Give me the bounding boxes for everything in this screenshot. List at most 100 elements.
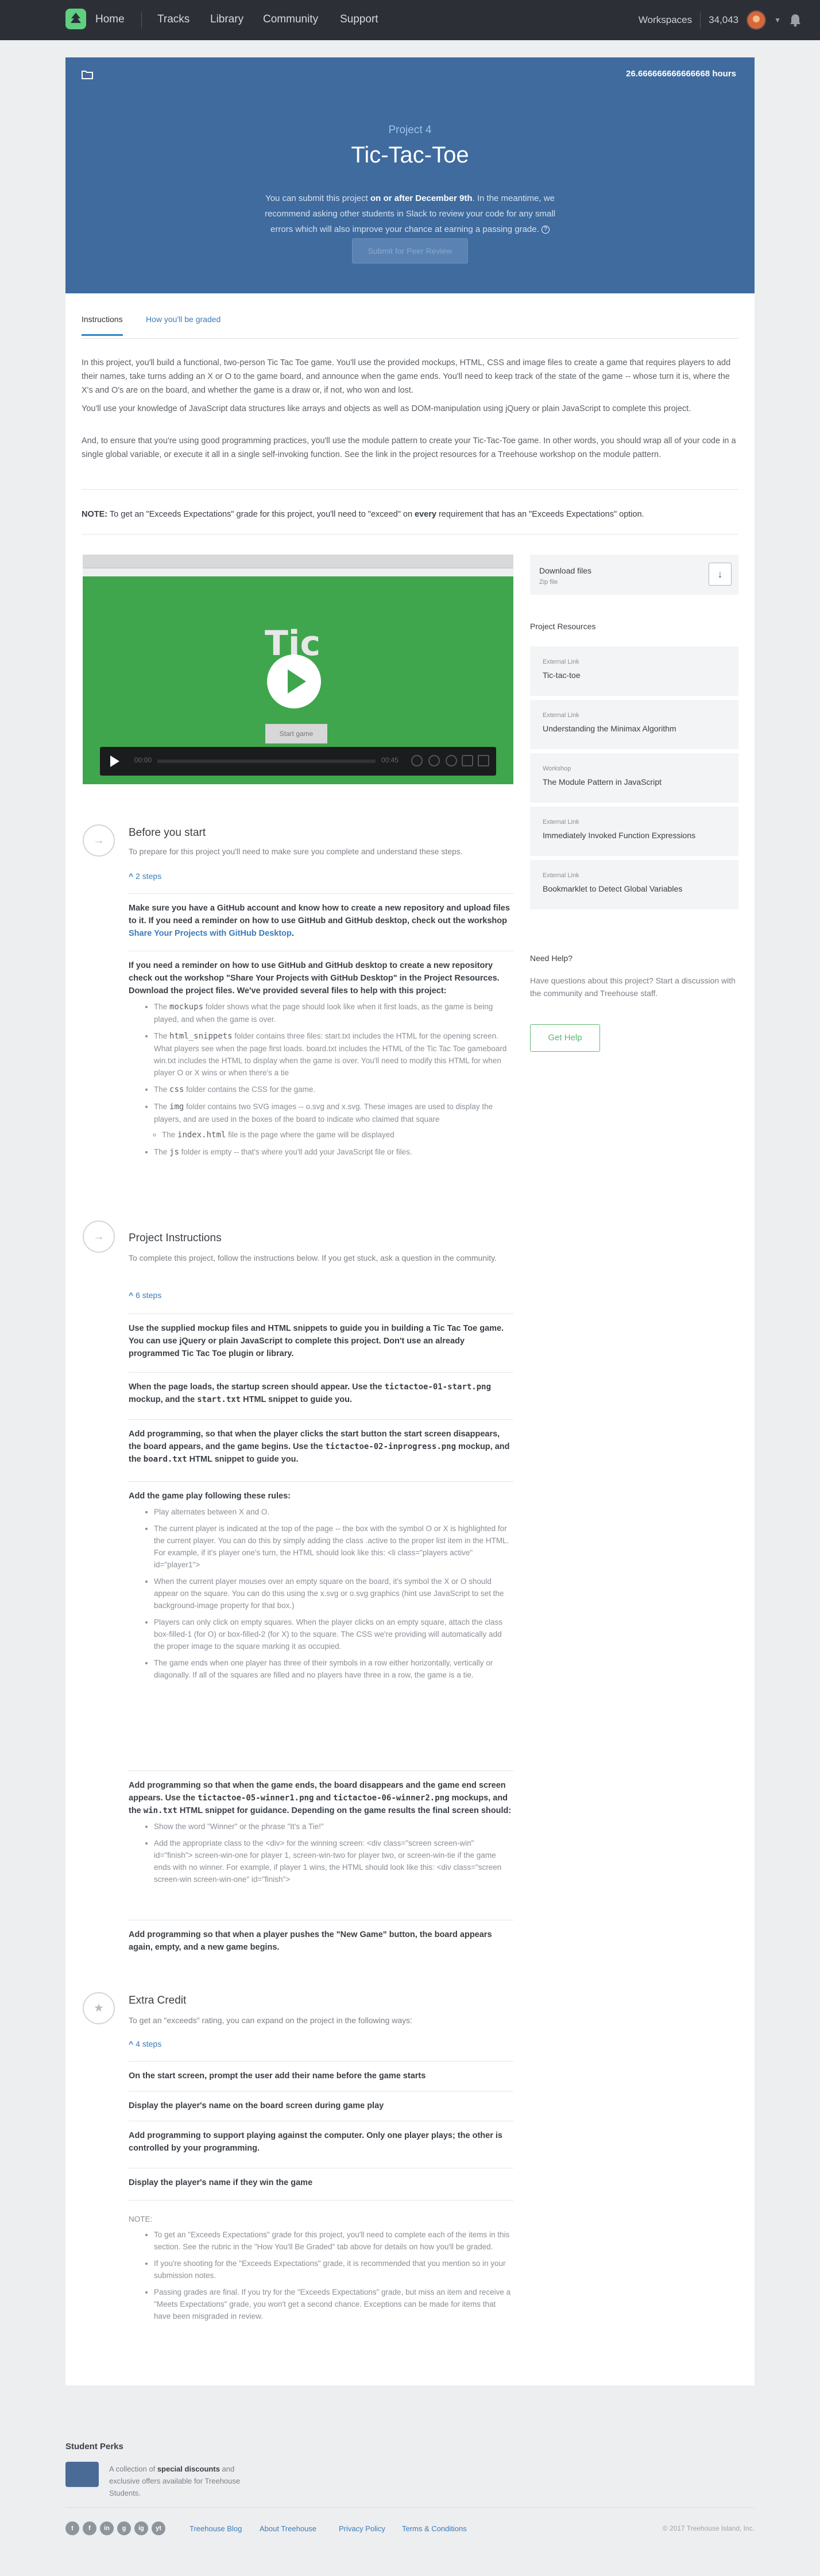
project-video-player[interactable]: Tic Start game 00:00 00:45 <box>83 555 513 784</box>
arrow-right-icon: → <box>83 1221 115 1253</box>
steps-toggle[interactable]: 6 steps <box>129 1291 161 1300</box>
step-text: Use the supplied mockup files and HTML s… <box>129 1324 504 1358</box>
section-heading: Project Instructions <box>129 1232 222 1244</box>
youtube-icon[interactable]: yt <box>152 2521 165 2535</box>
list-item: The current player is indicated at the t… <box>154 1523 513 1571</box>
file-name: tictactoe-05-winner1.png <box>198 1793 314 1803</box>
file-name: tictactoe-02-inprogress.png <box>325 1442 457 1451</box>
chevron-down-icon[interactable]: ▼ <box>774 16 781 24</box>
resource-title: Bookmarklet to Detect Global Variables <box>543 884 683 893</box>
submit-for-review-button[interactable]: Submit for Peer Review <box>352 238 468 264</box>
resource-item[interactable]: External Link Immediately Invoked Functio… <box>530 807 738 856</box>
grade-note: NOTE: To get an "Exceeds Expectations" g… <box>82 508 738 521</box>
nav-home-link[interactable]: Home <box>95 13 125 26</box>
end-rules-list: Show the word "Winner" or the phrase "It… <box>129 1820 513 1885</box>
resource-item[interactable]: External Link Bookmarklet to Detect Globa… <box>530 860 738 909</box>
project-hero: 26.666666666666668 hours Project 4 Tic-T… <box>65 57 755 293</box>
nav-divider <box>141 11 142 29</box>
steps-toggle[interactable]: 4 steps <box>129 2039 161 2048</box>
settings-icon[interactable] <box>446 755 457 766</box>
footer-link-about[interactable]: About Treehouse <box>260 2524 316 2533</box>
tab-instructions[interactable]: Instructions <box>82 315 123 336</box>
files-sublist: The index.html file is the page where th… <box>154 1129 513 1141</box>
note-label: NOTE: <box>82 510 108 519</box>
footer-link-blog[interactable]: Treehouse Blog <box>189 2524 242 2533</box>
nav-support-link[interactable]: Support <box>340 13 378 26</box>
step-text-part: and <box>314 1793 334 1803</box>
tab-how-graded[interactable]: How you'll be graded <box>146 315 221 324</box>
nav-right-group: Workspaces 34,043 ▼ <box>639 0 802 40</box>
play-icon[interactable] <box>267 654 321 708</box>
step-text: Display the player's name if they win th… <box>129 2178 313 2187</box>
section-heading: Extra Credit <box>129 1994 187 2006</box>
step-item: Display the player's name on the board s… <box>129 2091 513 2112</box>
twitter-icon[interactable]: t <box>65 2521 79 2535</box>
resource-kind: External Link <box>543 872 579 879</box>
li-text: The <box>162 1130 178 1139</box>
resource-item[interactable]: Workshop The Module Pattern in JavaScript <box>530 753 738 803</box>
file-name: index.html <box>177 1130 226 1140</box>
get-help-button[interactable]: Get Help <box>530 1024 600 1052</box>
volume-icon[interactable] <box>462 755 473 766</box>
fullscreen-icon[interactable] <box>478 755 489 766</box>
play-icon[interactable] <box>110 756 119 767</box>
project-hours: 26.666666666666668 hours <box>626 69 736 79</box>
resource-title: Tic-tac-toe <box>543 671 581 680</box>
footer-divider <box>65 2507 755 2508</box>
help-heading: Need Help? <box>530 954 573 963</box>
perks-card-icon[interactable] <box>65 2462 99 2487</box>
info-icon[interactable]: ? <box>541 226 550 234</box>
workshop-link[interactable]: Share Your Projects with GitHub Desktop <box>129 929 292 938</box>
list-item: Play alternates between X and O. <box>154 1506 513 1518</box>
google-plus-icon[interactable]: g <box>117 2521 131 2535</box>
submit-date: on or after December 9th <box>370 193 473 203</box>
download-button[interactable]: ↓ <box>709 563 732 586</box>
video-browser-toolbar <box>83 568 513 576</box>
speed-icon[interactable] <box>411 755 423 766</box>
project-number: Project 4 <box>388 124 432 136</box>
instagram-icon[interactable]: ig <box>134 2521 148 2535</box>
list-item: The html_snippets folder contains three … <box>154 1030 513 1079</box>
note-label: NOTE: <box>129 2215 153 2224</box>
footer-link-terms[interactable]: Terms & Conditions <box>402 2524 467 2533</box>
arrow-down-icon: ↓ <box>717 568 723 580</box>
nav-tracks-link[interactable]: Tracks <box>157 13 189 26</box>
resource-title: Immediately Invoked Function Expressions <box>543 831 696 840</box>
footer-link-privacy[interactable]: Privacy Policy <box>339 2524 385 2533</box>
li-text: folder contains the CSS for the game. <box>184 1085 316 1094</box>
nav-library-link[interactable]: Library <box>210 13 243 26</box>
resource-title: The Module Pattern in JavaScript <box>543 777 662 787</box>
li-text: folder is empty -- that's where you'll a… <box>179 1148 412 1156</box>
list-item: The js folder is empty -- that's where y… <box>154 1146 513 1159</box>
rules-list: Play alternates between X and O. The cur… <box>129 1506 513 1681</box>
video-progress-bar[interactable] <box>157 760 376 763</box>
steps-toggle[interactable]: 2 steps <box>129 871 161 881</box>
resource-kind: External Link <box>543 819 579 826</box>
step-text: Add programming to support playing again… <box>129 2131 502 2153</box>
facebook-icon[interactable]: f <box>83 2521 96 2535</box>
list-item: The index.html file is the page where th… <box>162 1129 513 1141</box>
files-list: The mockups folder shows what the page s… <box>129 1001 513 1159</box>
step-text-part: HTML snippet to guide you. <box>241 1395 352 1404</box>
linkedin-icon[interactable]: in <box>100 2521 114 2535</box>
resource-item[interactable]: External Link Understanding the Minimax A… <box>530 700 738 749</box>
intro-paragraph: You'll use your knowledge of JavaScript … <box>82 404 691 413</box>
perks-emphasis[interactable]: special discounts <box>157 2465 220 2473</box>
download-subtitle: Zip file <box>539 579 558 586</box>
workspaces-link[interactable]: Workspaces <box>639 11 701 29</box>
step-text: Display the player's name on the board s… <box>129 2101 384 2110</box>
step-text: When the page loads, the startup screen … <box>129 1381 513 1406</box>
resources-heading: Project Resources <box>530 622 596 631</box>
treehouse-logo-icon[interactable] <box>65 9 86 29</box>
bell-icon[interactable] <box>789 13 802 27</box>
step-item: Add programming so that when a player pu… <box>129 1920 513 1954</box>
resource-item[interactable]: External Link Tic-tac-toe <box>530 646 738 696</box>
list-item: The img folder contains two SVG images -… <box>154 1101 513 1141</box>
intro-paragraph: And, to ensure that you're using good pr… <box>82 436 736 459</box>
avatar[interactable] <box>746 10 767 30</box>
nav-community-link[interactable]: Community <box>263 13 318 26</box>
arrow-right-icon: → <box>83 824 115 857</box>
copyright: © 2017 Treehouse Island, Inc. <box>662 2524 755 2532</box>
project-card: 26.666666666666668 hours Project 4 Tic-T… <box>65 57 755 2385</box>
captions-icon[interactable] <box>428 755 440 766</box>
